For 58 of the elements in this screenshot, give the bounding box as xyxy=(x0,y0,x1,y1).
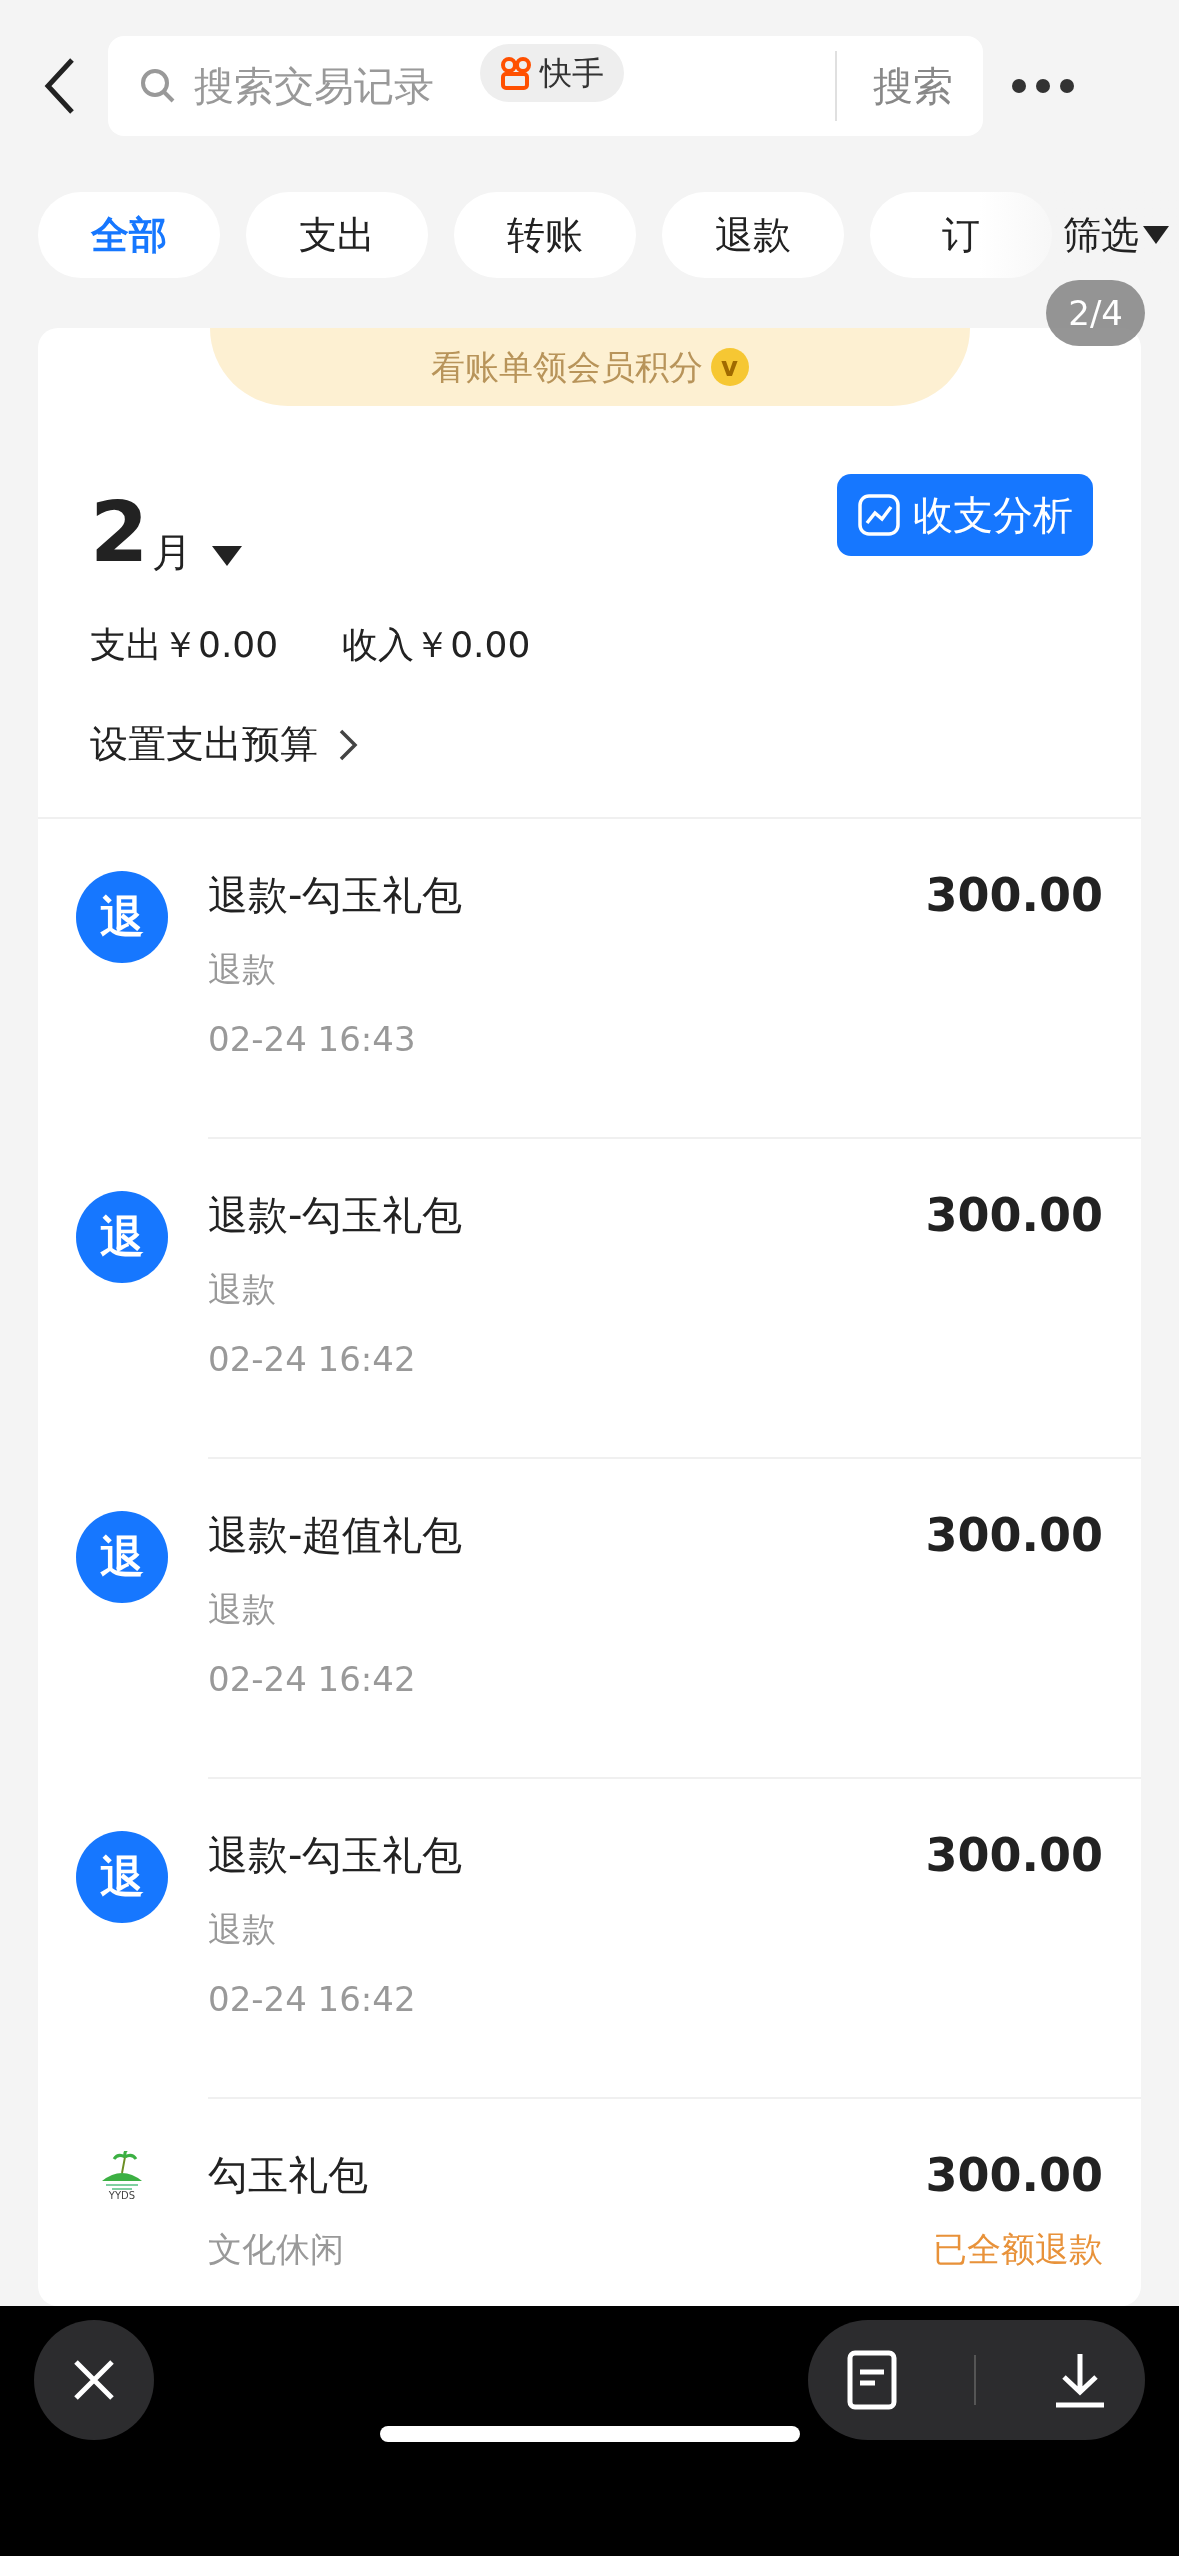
filter-tab[interactable]: 转账 xyxy=(454,192,636,278)
transaction-category: 退款 xyxy=(208,1588,277,1631)
coin-icon: v xyxy=(710,348,749,386)
transaction-category: 退款 xyxy=(208,948,277,991)
search-button[interactable]: 搜索 xyxy=(853,56,953,116)
transaction-row[interactable]: 退 退款-勾玉礼包 退款 02-24 16:43 300.00 xyxy=(38,819,1141,1139)
transaction-title: 退款-超值礼包 xyxy=(208,1511,463,1560)
transaction-row[interactable]: YYDS 勾玉礼包 文化休闲 300.00 已全额退款 xyxy=(38,2099,1141,2306)
transaction-time: 02-24 16:42 xyxy=(208,1338,417,1381)
more-icon[interactable] xyxy=(1011,78,1075,94)
analysis-button[interactable]: 收支分析 xyxy=(837,474,1093,556)
transaction-row[interactable]: 退 退款-勾玉礼包 退款 02-24 16:42 300.00 xyxy=(38,1139,1141,1459)
filter-tab[interactable]: 退款 xyxy=(662,192,844,278)
month-unit[interactable]: 月 xyxy=(152,532,193,574)
refund-icon: 退 xyxy=(76,1511,168,1603)
chevron-right-icon[interactable] xyxy=(338,727,358,762)
transaction-amount: 300.00 xyxy=(925,2147,1103,2203)
transaction-category: 退款 xyxy=(208,1268,277,1311)
page-counter: 2/4 xyxy=(1046,280,1145,346)
month-number[interactable]: 2 xyxy=(90,490,149,574)
transaction-row[interactable]: 退 退款-超值礼包 退款 02-24 16:42 300.00 xyxy=(38,1459,1141,1779)
transaction-amount: 300.00 xyxy=(925,1187,1103,1243)
income-total: 收入￥0.00 xyxy=(342,623,531,667)
transaction-amount: 300.00 xyxy=(925,1827,1103,1883)
transaction-row[interactable]: 退 退款-勾玉礼包 退款 02-24 16:42 300.00 xyxy=(38,1779,1141,2099)
transaction-title: 退款-勾玉礼包 xyxy=(208,1831,463,1880)
transaction-title: 退款-勾玉礼包 xyxy=(208,871,463,920)
banner-text: 看账单领会员积分 xyxy=(430,345,703,389)
expense-total: 支出￥0.00 xyxy=(90,623,279,667)
transaction-amount: 300.00 xyxy=(925,1507,1103,1563)
transaction-category: 文化休闲 xyxy=(208,2228,345,2271)
refund-icon: 退 xyxy=(76,1191,168,1283)
logo-text: YYDS xyxy=(108,2191,136,2201)
refund-status: 已全额退款 xyxy=(933,2228,1103,2271)
download-icon[interactable] xyxy=(1054,2352,1107,2408)
dropdown-icon[interactable] xyxy=(1143,226,1169,244)
refund-icon: 退 xyxy=(76,1831,168,1923)
filter-tab[interactable]: 全部 xyxy=(38,192,220,278)
document-icon[interactable] xyxy=(846,2350,897,2410)
filter-tab[interactable]: 支出 xyxy=(246,192,428,278)
dropdown-icon[interactable] xyxy=(212,546,243,566)
chart-icon xyxy=(857,493,901,537)
transaction-title: 勾玉礼包 xyxy=(208,2151,368,2200)
search-input[interactable]: 搜索交易记录 xyxy=(194,56,464,116)
transaction-time: 02-24 16:42 xyxy=(208,1978,417,2021)
filter-tab[interactable]: 订 xyxy=(870,192,1052,278)
transaction-time: 02-24 16:43 xyxy=(208,1018,417,1061)
close-icon xyxy=(72,2358,116,2402)
transaction-category: 退款 xyxy=(208,1908,277,1951)
transaction-amount: 300.00 xyxy=(925,867,1103,923)
refund-icon: 退 xyxy=(76,871,168,963)
camera-logo-icon xyxy=(500,56,534,90)
budget-link[interactable]: 设置支出预算 xyxy=(90,716,318,773)
filter-label[interactable]: 筛选 xyxy=(1063,206,1139,264)
app-name: 快手 xyxy=(540,53,604,94)
search-field[interactable]: 搜索交易记录 快手 搜索 xyxy=(108,36,983,136)
transaction-title: 退款-勾玉礼包 xyxy=(208,1191,463,1240)
transaction-time: 02-24 16:42 xyxy=(208,1658,417,1701)
